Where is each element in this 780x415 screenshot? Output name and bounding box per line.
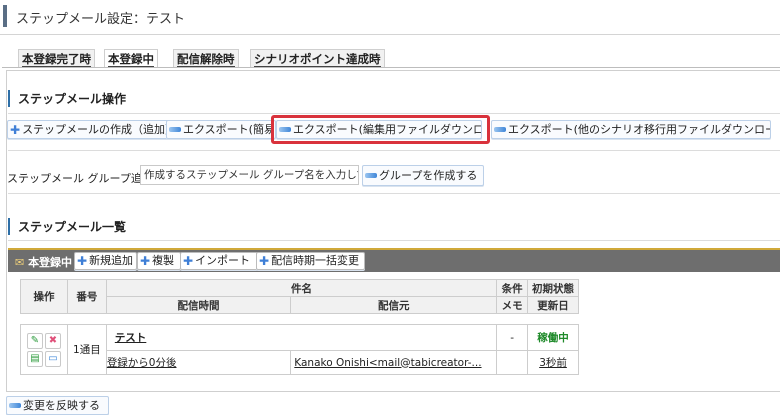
export-edit-download-button[interactable]: エクスポート(編集用ファイルダウンロード): [276, 120, 482, 139]
tab-registering[interactable]: 本登録中: [104, 49, 158, 68]
edit-icon[interactable]: ✎: [26, 332, 43, 349]
header-memo: メモ: [496, 296, 529, 314]
row-number: 1通目: [66, 324, 107, 375]
arrow-right-icon: [169, 126, 181, 132]
mail-icon: ✉: [15, 256, 25, 269]
row-condition: -: [496, 324, 529, 351]
tab-unsubscribe[interactable]: 配信解除時: [173, 49, 239, 68]
bulk-change-button[interactable]: ✚ 配信時期一括変更: [256, 252, 365, 270]
sender-link[interactable]: Kanako Onishi<mail@tabicreator-...: [294, 357, 481, 369]
group-divider: [8, 193, 780, 194]
arrow-right-icon: [9, 402, 21, 408]
apply-changes-button[interactable]: 変更を反映する: [6, 396, 109, 415]
row-operations: ✎ ✖ ▤ ▭: [20, 324, 68, 375]
list-bar-title: ✉ 本登録中: [15, 256, 73, 269]
preview-icon[interactable]: ▭: [44, 350, 61, 367]
group-add-label: ステップメール グループ追加: [7, 172, 153, 185]
arrow-right-icon: [279, 126, 291, 132]
group-name-input[interactable]: 作成するステップメール グループ名を入力してくだ: [140, 165, 359, 185]
header-condition: 条件: [496, 279, 529, 297]
plus-icon: ✚: [10, 122, 21, 137]
title-accent: [3, 5, 7, 27]
export-migration-download-button[interactable]: エクスポート(他のシナリオ移行用ファイルダウンロード): [491, 120, 771, 139]
header-operation: 操作: [20, 279, 68, 314]
operations-divider: [8, 113, 780, 114]
duplicate-button[interactable]: ✚ 複製: [137, 252, 181, 270]
page-title: ステップメール設定：テスト: [16, 12, 186, 27]
arrow-right-icon: [365, 172, 377, 178]
header-sender: 配信元: [290, 296, 498, 314]
copy-icon[interactable]: ▤: [26, 350, 43, 367]
operations-title: ステップメール操作: [8, 90, 126, 107]
header-number: 番号: [66, 279, 107, 314]
add-new-button[interactable]: ✚ 新規追加: [74, 252, 137, 270]
status-badge: 稼働中: [527, 324, 579, 351]
header-subject: 件名: [105, 279, 498, 297]
tab-registered-complete[interactable]: 本登録完了時: [18, 49, 95, 68]
list-toolbar: ✉ 本登録中 ✚ 新規追加 ✚ 複製 ✚ インポート ✚ 配信時期一括変更: [8, 248, 780, 272]
plus-icon: ✚: [183, 254, 194, 268]
delivery-time-link[interactable]: 登録から0分後: [107, 357, 177, 369]
header-initial-status: 初期状態: [527, 279, 579, 297]
header-updated: 更新日: [527, 296, 579, 314]
delete-icon[interactable]: ✖: [44, 332, 61, 349]
spacer-row: [20, 313, 579, 325]
plus-icon: ✚: [140, 254, 151, 268]
step-mail-table: 操作 番号 件名 条件 初期状態 配信時間 配信元 メモ 更新日 ✎ ✖ ▤ ▭ 1…: [20, 279, 579, 375]
table-row: ✎ ✖ ▤ ▭ 1通目 テスト - 稼働中: [20, 324, 579, 375]
list-divider: [8, 240, 780, 241]
create-step-mail-button[interactable]: ✚ ステップメールの作成（追加）: [7, 120, 169, 139]
arrow-right-icon: [494, 126, 506, 132]
page-title-bar: ステップメール設定：テスト: [0, 0, 780, 35]
plus-icon: ✚: [77, 254, 88, 268]
tab-scenario-point[interactable]: シナリオポイント達成時: [250, 49, 385, 68]
ops-bottom-divider: [8, 150, 780, 151]
create-group-button[interactable]: グループを作成する: [362, 165, 484, 186]
plus-icon: ✚: [259, 254, 270, 268]
export-simple-button[interactable]: エクスポート(簡易): [166, 120, 276, 139]
tab-divider: [2, 67, 780, 68]
row-memo: [496, 350, 529, 375]
import-button[interactable]: ✚ インポート: [180, 252, 258, 270]
updated-link[interactable]: 3秒前: [539, 357, 567, 369]
list-title: ステップメール一覧: [8, 218, 126, 235]
header-delivery-time: 配信時間: [105, 296, 292, 314]
subject-link[interactable]: テスト: [115, 332, 147, 344]
